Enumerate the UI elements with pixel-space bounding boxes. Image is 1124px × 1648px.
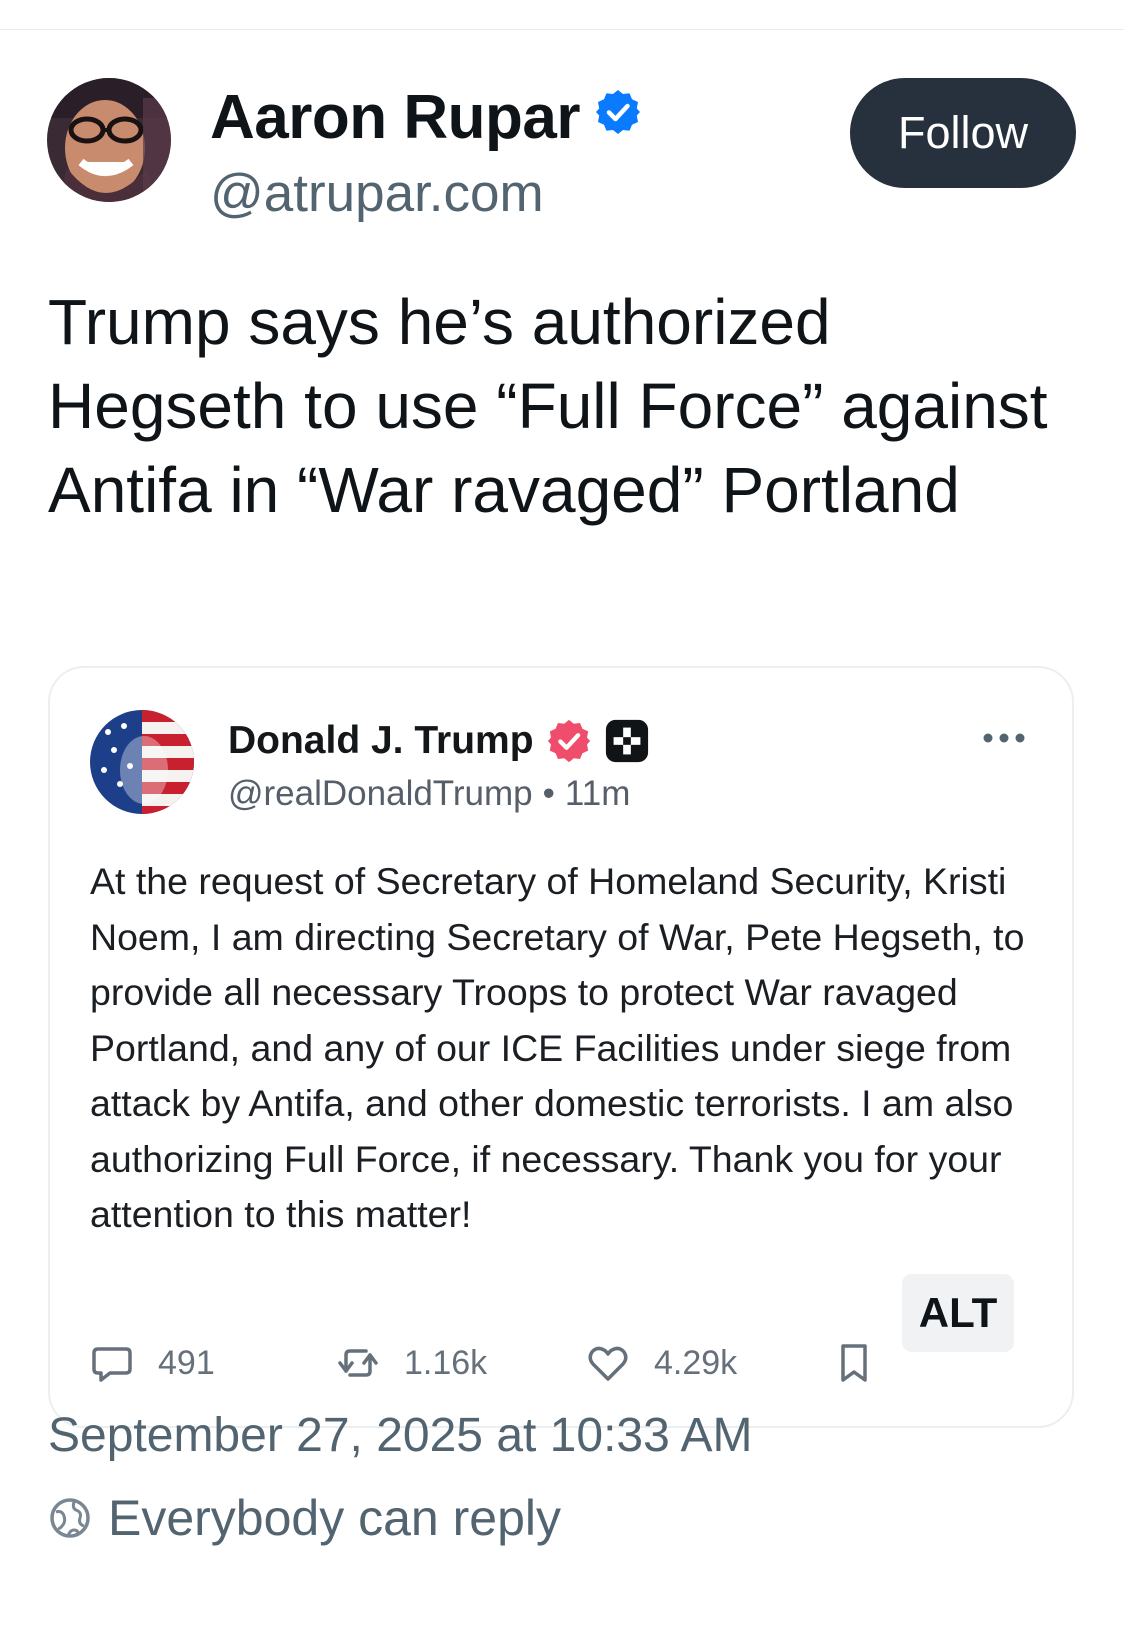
like-count: 4.29k [654, 1343, 738, 1382]
bookmark-icon [841, 1344, 867, 1382]
quoted-author-handle[interactable]: @realDonaldTrump [228, 774, 533, 813]
repost-icon [338, 1349, 378, 1377]
heart-icon [588, 1346, 628, 1381]
follow-button[interactable]: Follow [850, 78, 1076, 188]
like-action[interactable]: 4.29k [586, 1328, 737, 1398]
author-name[interactable]: Aaron Rupar [210, 82, 580, 153]
post-timestamp[interactable]: September 27, 2025 at 10:33 AM [48, 1408, 752, 1463]
alt-text-badge[interactable]: ALT [902, 1274, 1014, 1352]
reply-action[interactable]: 491 [90, 1328, 215, 1398]
author-handle[interactable]: @atrupar.com [210, 163, 544, 224]
repost-count: 1.16k [404, 1343, 488, 1382]
repost-action[interactable]: 1.16k [336, 1328, 487, 1398]
reply-setting: Everybody can reply [48, 1486, 561, 1550]
quoted-post-body: At the request of Secretary of Homeland … [90, 860, 1025, 1235]
reply-icon [92, 1347, 132, 1382]
verified-badge-icon [595, 90, 640, 134]
quoted-meta: @realDonaldTrump • 11m [228, 774, 630, 814]
quoted-author-name[interactable]: Donald J. Trump [228, 719, 534, 763]
top-divider [0, 29, 1124, 30]
quoted-name-row: Donald J. Trump [228, 716, 650, 766]
plus-badge-icon [605, 719, 648, 763]
author-name-row: Aaron Rupar [210, 82, 642, 152]
author-avatar[interactable] [47, 78, 171, 202]
quoted-post-time[interactable]: 11m [565, 774, 631, 813]
quoted-author-avatar[interactable] [90, 710, 194, 814]
reply-setting-label: Everybody can reply [108, 1490, 562, 1546]
verified-badge-icon [547, 719, 590, 763]
meta-separator: • [542, 774, 555, 813]
more-options-icon[interactable] [980, 726, 1028, 750]
post-text: Trump says he’s authorized Hegseth to us… [48, 286, 1048, 526]
globe-icon [50, 1498, 90, 1538]
bookmark-action[interactable] [832, 1328, 876, 1398]
reply-count: 491 [158, 1343, 215, 1382]
